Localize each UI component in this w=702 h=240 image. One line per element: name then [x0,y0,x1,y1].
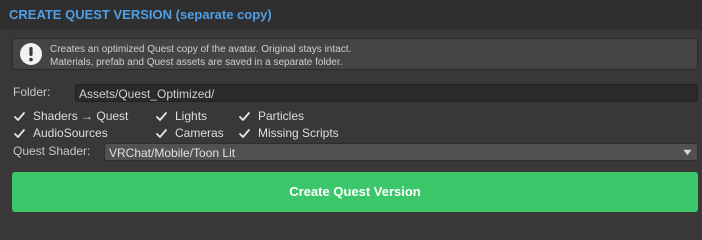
checkmark-icon [156,129,167,138]
create-quest-version-button[interactable]: Create Quest Version [12,172,698,212]
info-help-box: Creates an optimized Quest copy of the a… [12,38,698,70]
folder-label: Folder: [13,85,51,99]
quest-shader-label: Quest Shader: [13,144,91,158]
toggle-label: Shaders → Quest [33,109,129,123]
checkmark-icon [239,112,250,121]
section-title: CREATE QUEST VERSION (separate copy) [9,7,272,22]
create-quest-version-label: Create Quest Version [289,184,421,199]
checkmark-icon [14,112,25,121]
checkmark-icon [156,112,167,121]
section-body: Creates an optimized Quest copy of the a… [0,30,702,221]
toggle-label: Missing Scripts [258,126,339,140]
chevron-down-icon [683,149,692,156]
warning-exclamation-icon [20,43,42,65]
toggle-label: Particles [258,109,305,123]
quest-shader-selected: VRChat/Mobile/Toon Lit [109,146,236,160]
toggle-label: Cameras [175,126,224,140]
checkmark-icon [239,129,250,138]
checkmark-icon [14,129,25,138]
folder-field[interactable]: Assets/Quest_Optimized/ [75,84,698,102]
toggle-label: AudioSources [33,126,108,140]
section-header: CREATE QUEST VERSION (separate copy) [0,0,702,30]
quest-version-section: CREATE QUEST VERSION (separate copy) Cre… [0,0,702,221]
quest-shader-dropdown[interactable]: VRChat/Mobile/Toon Lit [104,143,698,161]
help-text-line-1: Creates an optimized Quest copy of the a… [50,44,352,55]
folder-field-value: Assets/Quest_Optimized/ [79,87,215,101]
help-text-line-2: Materials, prefab and Quest assets are s… [50,57,343,68]
toggle-label: Lights [175,109,208,123]
